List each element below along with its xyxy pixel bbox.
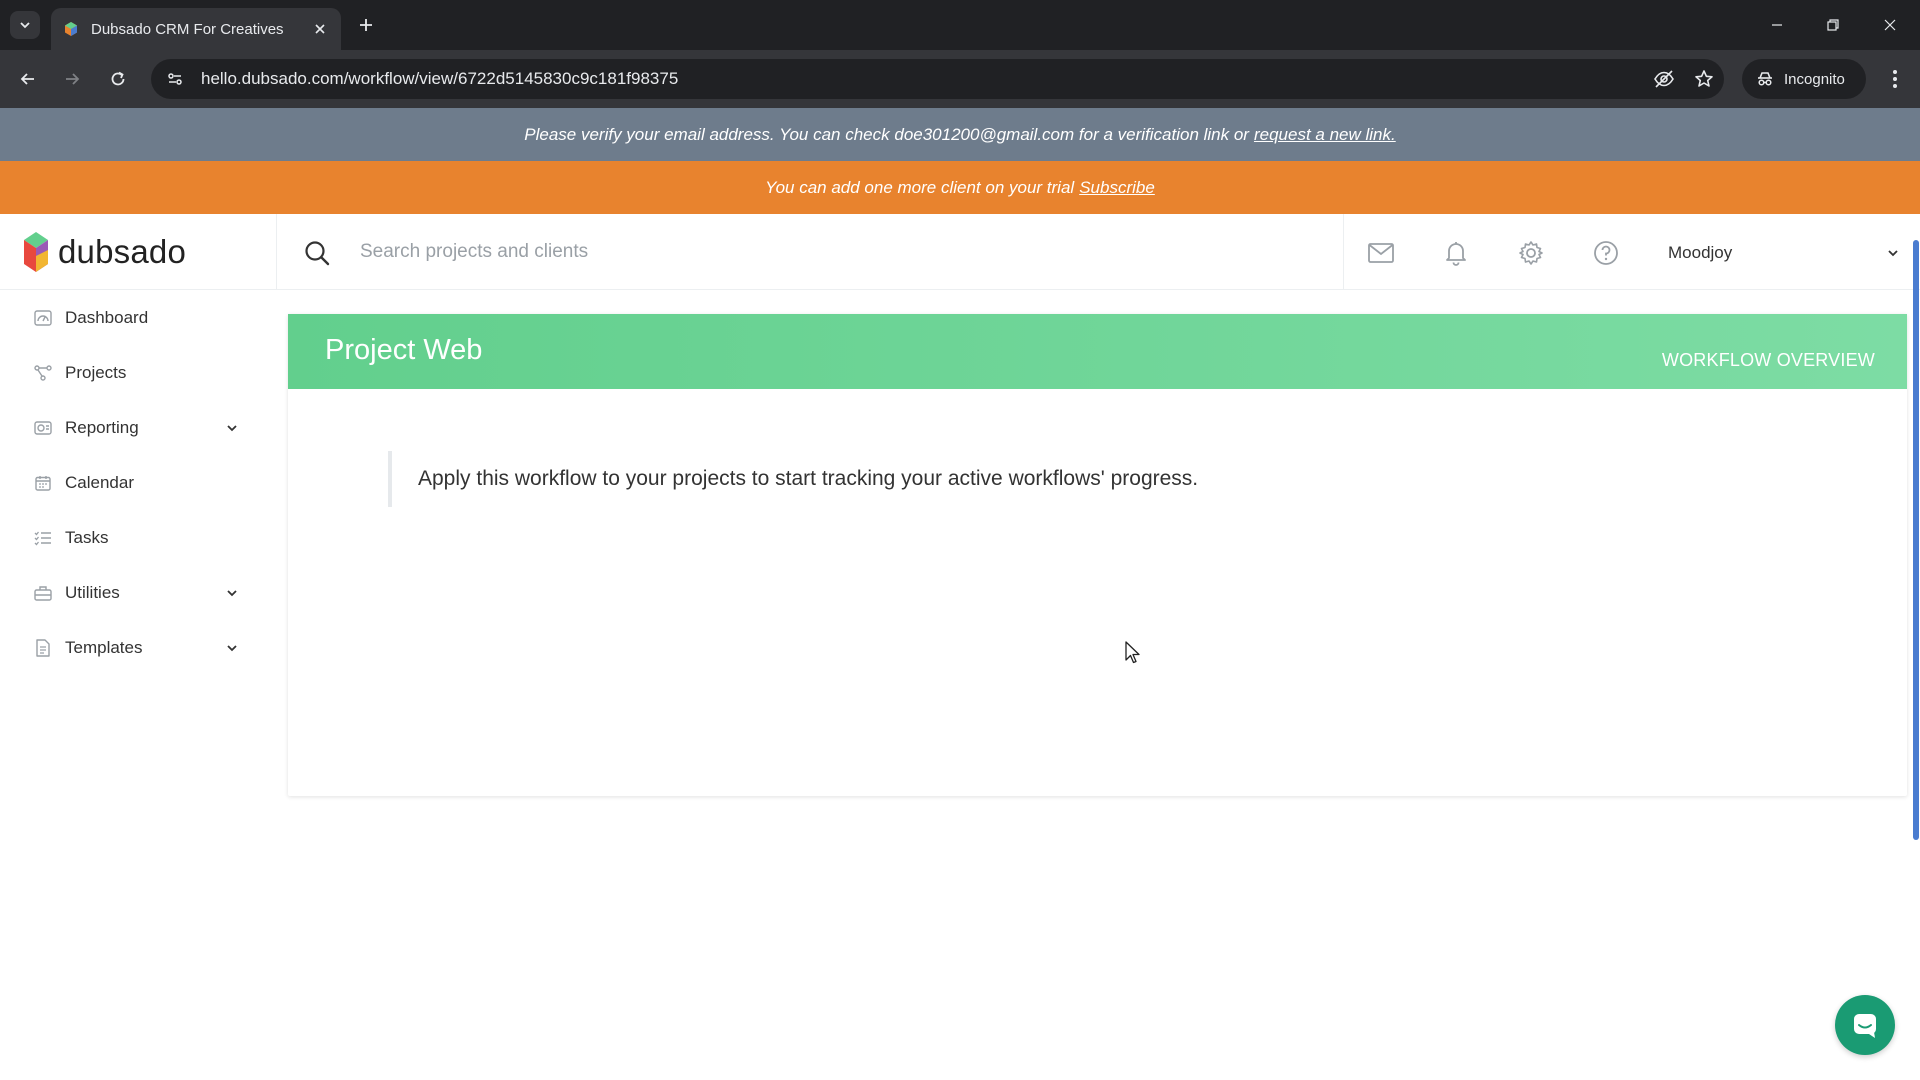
- address-bar[interactable]: hello.dubsado.com/workflow/view/6722d514…: [151, 59, 1724, 99]
- workflow-card: Project Web WORKFLOW OVERVIEW Apply this…: [288, 314, 1907, 796]
- search-input[interactable]: [360, 234, 1320, 270]
- bookmark-star-icon[interactable]: [1684, 59, 1724, 99]
- search-icon[interactable]: [300, 236, 334, 270]
- close-window-button[interactable]: [1877, 12, 1903, 38]
- sidebar-item-label: Dashboard: [65, 307, 149, 327]
- mail-icon[interactable]: [1364, 236, 1398, 270]
- sidebar-item-label: Tasks: [65, 527, 109, 547]
- verify-banner-text: Please verify your email address. You ca…: [524, 124, 1249, 144]
- workflow-note-text: Apply this workflow to your projects to …: [418, 467, 1199, 490]
- projects-icon: [33, 363, 53, 383]
- browser-tab-bar: Dubsado CRM For Creatives: [0, 0, 1920, 50]
- header-divider: [276, 214, 277, 290]
- tab-close-icon[interactable]: [311, 20, 329, 38]
- chevron-down-icon: [20, 22, 30, 29]
- gear-icon[interactable]: [1514, 236, 1548, 270]
- sidebar-item-label: Utilities: [65, 582, 120, 602]
- browser-menu-button[interactable]: [1880, 64, 1910, 94]
- sidebar-item-label: Reporting: [65, 417, 139, 437]
- subscribe-link[interactable]: Subscribe: [1079, 178, 1155, 198]
- chat-icon: [1854, 1014, 1876, 1038]
- dubsado-favicon-icon: [65, 22, 77, 36]
- help-icon[interactable]: [1589, 236, 1623, 270]
- restore-window-button[interactable]: [1820, 12, 1846, 38]
- templates-icon: [33, 638, 53, 658]
- close-icon: [1884, 19, 1896, 31]
- sidebar-item-label: Projects: [65, 362, 127, 382]
- bell-icon[interactable]: [1439, 236, 1473, 270]
- app-header: dubsado Moodjoy: [0, 214, 1920, 290]
- tab-title: Dubsado CRM For Creatives: [91, 20, 284, 38]
- chevron-down-icon[interactable]: [222, 583, 242, 603]
- account-name: Moodjoy: [1668, 243, 1733, 262]
- utilities-icon: [33, 583, 53, 603]
- sidebar-item-dashboard[interactable]: Dashboard: [0, 290, 276, 345]
- trial-banner-text: You can add one more client on your tria…: [765, 177, 1075, 197]
- sidebar: Dashboard Projects Reporting Calendar Ta…: [0, 290, 276, 675]
- incognito-icon: [1758, 72, 1772, 86]
- page-scrollbar[interactable]: [1913, 240, 1919, 840]
- request-new-link[interactable]: request a new link.: [1254, 125, 1396, 145]
- tasks-icon: [33, 528, 53, 548]
- arrow-right-icon: [66, 73, 80, 85]
- workflow-empty-note: Apply this workflow to your projects to …: [388, 451, 1198, 507]
- dubsado-logo-icon: [24, 232, 48, 272]
- sidebar-item-projects[interactable]: Projects: [0, 345, 276, 400]
- chevron-down-icon: [1888, 250, 1898, 257]
- reload-icon: [111, 71, 125, 86]
- workflow-overview-label: WORKFLOW OVERVIEW: [1661, 350, 1875, 370]
- new-tab-button[interactable]: [353, 12, 379, 38]
- sidebar-item-label: Templates: [65, 637, 143, 657]
- dubsado-logo[interactable]: dubsado: [22, 228, 186, 276]
- browser-toolbar: hello.dubsado.com/workflow/view/6722d514…: [0, 50, 1920, 108]
- site-info-icon[interactable]: [155, 59, 195, 99]
- workflow-title: Project Web: [325, 334, 483, 366]
- chevron-down-icon[interactable]: [222, 638, 242, 658]
- trial-banner: You can add one more client on your tria…: [0, 161, 1920, 214]
- reload-button[interactable]: [103, 64, 133, 94]
- minimize-window-button[interactable]: [1764, 12, 1790, 38]
- restore-icon: [1827, 19, 1839, 31]
- sidebar-item-calendar[interactable]: Calendar: [0, 455, 276, 510]
- sidebar-item-reporting[interactable]: Reporting: [0, 400, 276, 455]
- chevron-down-icon[interactable]: [222, 418, 242, 438]
- plus-icon: [360, 19, 372, 31]
- arrow-left-icon: [20, 73, 34, 85]
- chat-support-button[interactable]: [1835, 995, 1895, 1055]
- incognito-label: Incognito: [1784, 70, 1845, 88]
- sidebar-item-tasks[interactable]: Tasks: [0, 510, 276, 565]
- sidebar-item-label: Calendar: [65, 472, 134, 492]
- header-divider: [1343, 214, 1344, 290]
- eye-off-icon[interactable]: [1644, 59, 1684, 99]
- back-button[interactable]: [13, 64, 43, 94]
- sidebar-item-templates[interactable]: Templates: [0, 620, 276, 675]
- sidebar-item-utilities[interactable]: Utilities: [0, 565, 276, 620]
- tab-search-button[interactable]: [10, 11, 40, 39]
- dashboard-icon: [33, 308, 53, 328]
- browser-tab[interactable]: Dubsado CRM For Creatives: [51, 8, 341, 50]
- forward-button[interactable]: [57, 64, 87, 94]
- url-text[interactable]: hello.dubsado.com/workflow/view/6722d514…: [201, 69, 1644, 89]
- workflow-card-header: Project Web WORKFLOW OVERVIEW: [288, 314, 1907, 389]
- account-menu[interactable]: Moodjoy: [1668, 238, 1900, 268]
- calendar-icon: [33, 473, 53, 493]
- incognito-indicator[interactable]: Incognito: [1742, 59, 1866, 99]
- verify-email-banner: Please verify your email address. You ca…: [0, 108, 1920, 161]
- brand-name: dubsado: [58, 233, 187, 270]
- more-vertical-icon: [1893, 70, 1897, 88]
- mouse-cursor-icon: [1125, 641, 1140, 664]
- reporting-icon: [33, 418, 53, 438]
- minimize-icon: [1772, 24, 1782, 26]
